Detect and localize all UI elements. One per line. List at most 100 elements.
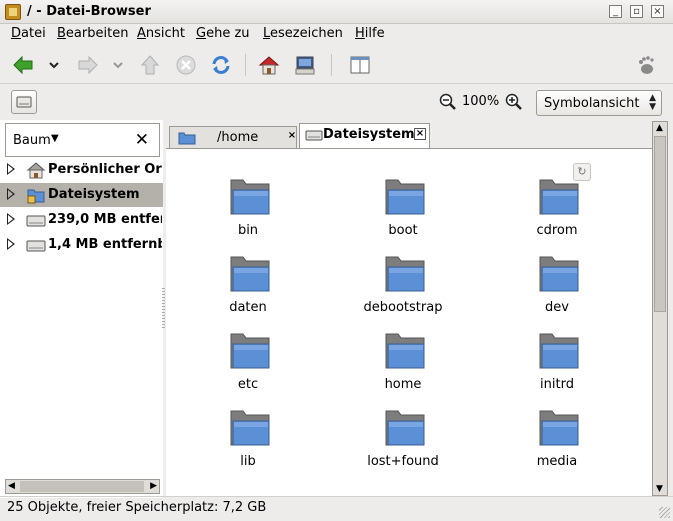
scrollbar-thumb[interactable] xyxy=(654,136,666,312)
view-mode-select[interactable]: Symbolansicht ▲ ▼ xyxy=(536,90,662,116)
close-icon[interactable]: ✕ xyxy=(135,130,149,150)
tab-close-icon[interactable]: × xyxy=(286,131,298,143)
stop-icon[interactable] xyxy=(174,53,198,77)
folder-label: lib xyxy=(240,454,256,469)
icon-view[interactable]: bin boot cdrom daten debootstrap dev etc home in… xyxy=(166,148,652,496)
tab-dateisystem[interactable]: Dateisystem × xyxy=(299,123,430,149)
zoom-in-icon[interactable] xyxy=(505,93,523,115)
tree-item-label: 239,0 MB entfernbarer Datenträger xyxy=(48,212,162,227)
folder-item[interactable]: dev xyxy=(497,253,617,325)
tab-home[interactable]: /home × xyxy=(169,126,297,148)
view-mode-value: Symbolansicht xyxy=(544,96,640,111)
folder-icon xyxy=(230,333,270,369)
tree-item-label: Persönlicher Ordner xyxy=(48,162,162,177)
drive-icon xyxy=(305,130,323,141)
folder-icon xyxy=(385,410,425,446)
folder-icon xyxy=(539,333,579,369)
folder-item[interactable]: media xyxy=(497,407,617,479)
refresh-corner-icon[interactable]: ↻ xyxy=(573,163,591,181)
folder-item[interactable]: boot xyxy=(343,176,463,248)
folder-label: lost+found xyxy=(367,454,439,469)
up-arrow-icon[interactable] xyxy=(138,53,162,77)
minimize-button[interactable]: _ xyxy=(609,5,622,18)
folder-label: initrd xyxy=(540,377,574,392)
select-arrows-icon: ▲ ▼ xyxy=(649,93,656,112)
filesystem-icon xyxy=(26,186,46,204)
toolbar xyxy=(0,46,673,84)
pane-resize-handle[interactable] xyxy=(162,288,165,330)
forward-arrow-icon[interactable] xyxy=(76,53,100,77)
zoom-level: 100% xyxy=(462,94,500,109)
folder-item[interactable]: debootstrap xyxy=(343,253,463,325)
tree-item-filesystem[interactable]: Dateisystem xyxy=(0,183,163,207)
toolbar-separator xyxy=(331,54,332,76)
expander-icon[interactable] xyxy=(7,163,15,175)
status-text: 25 Objekte, freier Speicherplatz: 7,2 GB xyxy=(7,500,267,515)
menu-lesezeichen[interactable]: Lesezeichen xyxy=(263,26,343,41)
folder-label: media xyxy=(536,454,578,469)
scrollbar-thumb[interactable] xyxy=(20,481,144,492)
folder-icon xyxy=(385,256,425,292)
gnome-foot-icon xyxy=(630,53,660,77)
close-window-button[interactable]: × xyxy=(651,5,664,18)
status-bar: 25 Objekte, freier Speicherplatz: 7,2 GB xyxy=(0,496,673,521)
menu-gehe-zu[interactable]: Gehe zu xyxy=(196,26,250,41)
menu-ansicht[interactable]: Ansicht xyxy=(137,26,185,41)
folder-item[interactable]: cdrom xyxy=(497,176,617,248)
zoom-out-icon[interactable] xyxy=(439,93,457,115)
scroll-down-icon[interactable]: ▼ xyxy=(656,484,663,494)
location-bar: 100% Symbolansicht ▲ ▼ xyxy=(0,85,673,119)
app-icon xyxy=(5,4,21,20)
expander-icon[interactable] xyxy=(7,188,15,200)
expander-icon[interactable] xyxy=(7,238,15,250)
folder-label: etc xyxy=(237,377,259,392)
folder-icon xyxy=(178,132,196,145)
content-vertical-scrollbar[interactable]: ▲ ▼ xyxy=(652,121,668,496)
tree-item-label: 1,4 MB entfernbarer Datenträger xyxy=(48,237,162,252)
tab-close-icon[interactable]: × xyxy=(414,128,426,140)
expander-icon[interactable] xyxy=(7,213,15,225)
split-view-icon[interactable] xyxy=(348,53,372,77)
side-panel-horizontal-scrollbar[interactable]: ◀ ▶ xyxy=(5,479,160,494)
folder-item[interactable]: bin xyxy=(188,176,308,248)
folder-item[interactable]: lib xyxy=(188,407,308,479)
folder-item[interactable]: initrd xyxy=(497,330,617,402)
toolbar-separator xyxy=(245,54,246,76)
folder-item[interactable]: etc xyxy=(188,330,308,402)
folder-icon xyxy=(539,410,579,446)
folder-item[interactable]: daten xyxy=(188,253,308,325)
menu-hilfe[interactable]: Hilfe xyxy=(355,26,385,41)
folder-item[interactable]: home xyxy=(343,330,463,402)
menu-bearbeiten[interactable]: Bearbeiten xyxy=(57,26,128,41)
tree-item-home[interactable]: Persönlicher Ordner xyxy=(0,158,163,182)
folder-label: dev xyxy=(545,300,569,315)
scroll-right-icon[interactable]: ▶ xyxy=(150,481,157,491)
menubar: Datei Bearbeiten Ansicht Gehe zu Lesezei… xyxy=(0,24,673,46)
tab-label: /home xyxy=(217,130,259,145)
scroll-left-icon[interactable]: ◀ xyxy=(8,481,15,491)
tree-item-drive-1[interactable]: 239,0 MB entfernbarer Datenträger xyxy=(0,208,163,232)
folder-label: cdrom xyxy=(536,223,578,238)
menu-datei[interactable]: Datei xyxy=(11,26,46,41)
folder-icon xyxy=(385,333,425,369)
forward-history-dropdown[interactable] xyxy=(112,53,124,77)
folder-item[interactable]: lost+found xyxy=(343,407,463,479)
resize-grip[interactable] xyxy=(659,507,670,518)
side-panel-mode[interactable]: Baum xyxy=(13,133,51,148)
folder-icon xyxy=(539,179,579,215)
back-history-dropdown[interactable] xyxy=(48,53,60,77)
computer-icon[interactable] xyxy=(293,53,317,77)
back-arrow-icon[interactable] xyxy=(11,53,35,77)
folder-label: debootstrap xyxy=(363,300,443,315)
tab-label: Dateisystem xyxy=(323,127,415,142)
home-icon[interactable] xyxy=(257,53,281,77)
reload-icon[interactable] xyxy=(209,53,233,77)
location-toggle-button[interactable] xyxy=(11,90,37,114)
scroll-up-icon[interactable]: ▲ xyxy=(656,123,663,133)
title-bar: / - Datei-Browser _ ▫ × xyxy=(0,0,673,24)
folder-label: bin xyxy=(237,223,259,238)
chevron-down-icon[interactable]: ▼ xyxy=(51,133,59,144)
tree-item-drive-2[interactable]: 1,4 MB entfernbarer Datenträger xyxy=(0,233,163,257)
folder-label: boot xyxy=(388,223,418,238)
maximize-button[interactable]: ▫ xyxy=(630,5,643,18)
